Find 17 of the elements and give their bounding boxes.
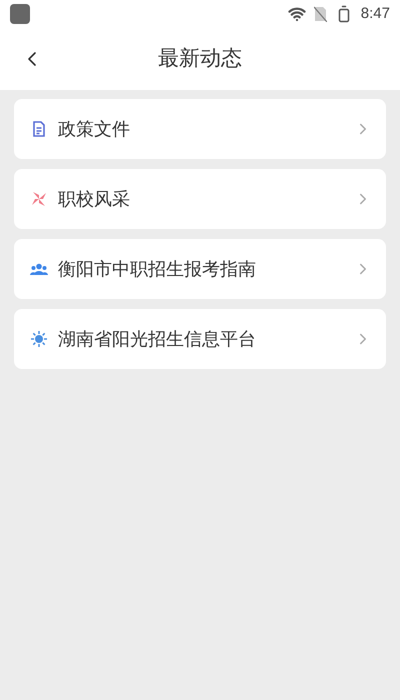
status-time: 8:47 <box>360 4 390 24</box>
menu-item[interactable]: 政策文件 <box>14 99 386 159</box>
people-icon <box>30 263 48 275</box>
app-notification-icon <box>10 4 30 24</box>
wifi-icon <box>288 5 306 23</box>
pinwheel-icon <box>31 191 47 207</box>
menu-item[interactable]: 衡阳市中职招生报考指南 <box>14 239 386 299</box>
menu-item[interactable]: 湖南省阳光招生信息平台 <box>14 309 386 369</box>
menu-item-label: 衡阳市中职招生报考指南 <box>58 258 257 280</box>
page-title: 最新动态 <box>158 46 242 72</box>
menu-item-label: 政策文件 <box>58 118 131 140</box>
menu-item[interactable]: 职校风采 <box>14 169 386 229</box>
menu-item-label: 职校风采 <box>58 188 131 210</box>
document-icon <box>32 121 46 137</box>
no-sim-icon <box>314 6 327 22</box>
sun-icon <box>30 330 48 348</box>
menu-item-label: 湖南省阳光招生信息平台 <box>58 328 257 350</box>
